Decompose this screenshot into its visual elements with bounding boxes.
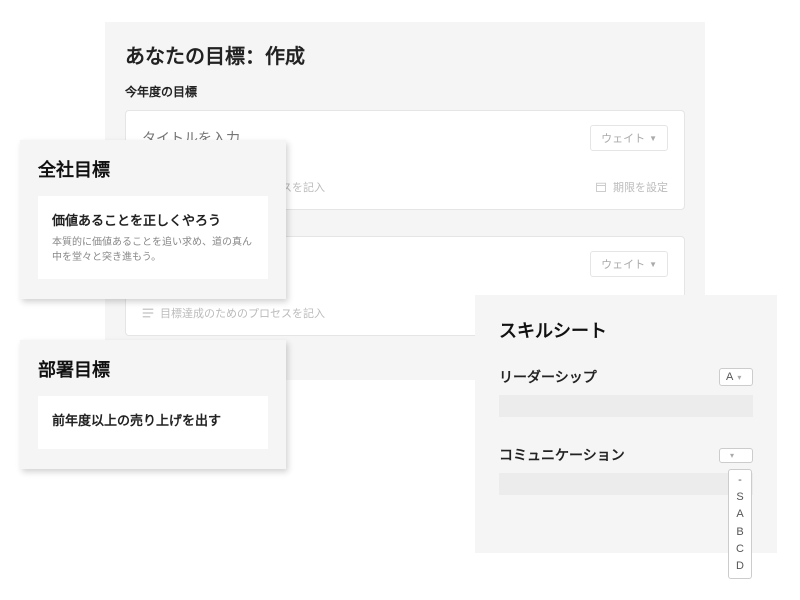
skill-item: コミュニケーション ▾ - S A B C D xyxy=(499,445,753,495)
grade-option[interactable]: B xyxy=(736,524,743,541)
company-goal-item[interactable]: 価値あることを正しくやろう 本質的に価値あることを追い求め、道の真ん中を堂々と突… xyxy=(38,196,268,279)
skill-name: コミュニケーション xyxy=(499,445,625,465)
grade-option[interactable]: D xyxy=(736,558,744,575)
skill-item: リーダーシップ A ▾ xyxy=(499,367,753,417)
grade-option[interactable]: C xyxy=(736,541,744,558)
list-icon xyxy=(142,307,154,319)
skill-comment-input[interactable] xyxy=(499,473,753,495)
weight-label: ウェイト xyxy=(601,130,645,146)
company-goal-heading: 価値あることを正しくやろう xyxy=(52,210,254,229)
grade-select[interactable]: A ▾ xyxy=(719,368,753,386)
grade-select[interactable]: ▾ - S A B C D xyxy=(719,448,753,463)
dept-goals-card: 部署目標 前年度以上の売り上げを出す xyxy=(20,340,286,469)
skill-sheet-panel: スキルシート リーダーシップ A ▾ コミュニケーション ▾ - S A B C xyxy=(475,295,777,553)
section-label: 今年度の目標 xyxy=(125,83,685,100)
grade-dropdown-menu: - S A B C D xyxy=(728,469,752,579)
skill-name: リーダーシップ xyxy=(499,367,597,387)
company-goals-title: 全社目標 xyxy=(38,156,268,182)
deadline-label: 期限を設定 xyxy=(613,179,668,195)
dept-goals-title: 部署目標 xyxy=(38,356,268,382)
weight-dropdown[interactable]: ウェイト ▼ xyxy=(590,251,668,277)
skill-sheet-title: スキルシート xyxy=(499,317,753,343)
company-goal-desc: 本質的に価値あることを追い求め、道の真ん中を堂々と突き進もう。 xyxy=(52,235,254,265)
dept-goal-item[interactable]: 前年度以上の売り上げを出す xyxy=(38,396,268,449)
chevron-down-icon: ▼ xyxy=(649,134,657,143)
grade-option[interactable]: A xyxy=(736,506,743,523)
company-goals-card: 全社目標 価値あることを正しくやろう 本質的に価値あることを追い求め、道の真ん中… xyxy=(20,140,286,299)
grade-option[interactable]: S xyxy=(736,489,743,506)
page-title: あなたの目標：作成 xyxy=(125,40,685,69)
skill-comment-input[interactable] xyxy=(499,395,753,417)
grade-option[interactable]: - xyxy=(738,472,742,489)
chevron-down-icon: ▼ xyxy=(649,260,657,269)
deadline-button[interactable]: 期限を設定 xyxy=(595,179,668,195)
chevron-down-icon: ▾ xyxy=(737,373,741,382)
calendar-icon xyxy=(595,181,607,193)
grade-value: A xyxy=(726,371,733,383)
process-input[interactable]: 目標達成のためのプロセスを記入 xyxy=(160,305,325,321)
weight-dropdown[interactable]: ウェイト ▼ xyxy=(590,125,668,151)
dept-goal-heading: 前年度以上の売り上げを出す xyxy=(52,410,254,429)
chevron-down-icon: ▾ xyxy=(730,451,734,460)
weight-label: ウェイト xyxy=(601,256,645,272)
